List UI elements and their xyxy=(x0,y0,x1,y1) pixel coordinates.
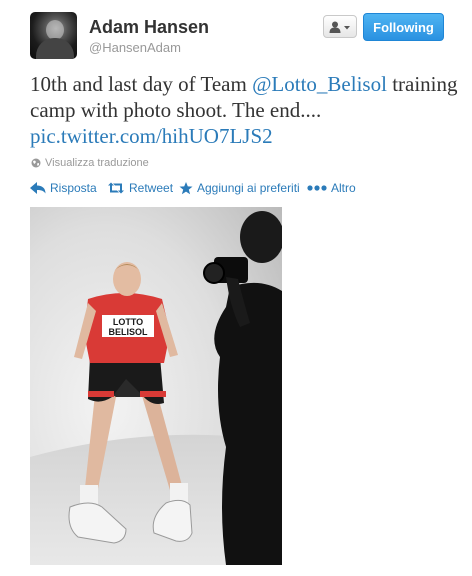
user-handle[interactable]: @HansenAdam xyxy=(89,40,181,55)
photographer-head xyxy=(240,211,282,263)
tweet-photo[interactable]: LOTTO BELISOL xyxy=(30,207,282,565)
cyclist-head xyxy=(113,262,141,296)
more-label: Altro xyxy=(331,181,356,195)
reply-action[interactable]: Risposta xyxy=(30,181,97,195)
jersey-text: LOTTO xyxy=(113,317,143,327)
translate-link[interactable]: Visualizza traduzione xyxy=(31,157,149,169)
shorts-band-right xyxy=(140,391,166,397)
avatar-body xyxy=(36,38,74,59)
dots-icon xyxy=(307,185,327,191)
person-icon xyxy=(329,21,350,33)
avatar-face xyxy=(46,20,64,40)
retweet-action[interactable]: Retweet xyxy=(107,181,173,195)
more-action[interactable]: Altro xyxy=(307,181,356,195)
tweet-text: 10th and last day of Team @Lotto_Belisol… xyxy=(30,71,460,149)
avatar[interactable] xyxy=(30,12,77,59)
tweet-text-part: 10th and last day of Team xyxy=(30,72,253,96)
globe-icon xyxy=(31,158,41,168)
display-name[interactable]: Adam Hansen xyxy=(89,17,209,38)
caret-down-icon xyxy=(344,25,350,29)
mention-link[interactable]: @Lotto_Belisol xyxy=(252,72,387,96)
retweet-label: Retweet xyxy=(129,181,174,195)
photographer-body xyxy=(214,282,282,565)
reply-arrow-icon xyxy=(30,182,46,194)
favorite-action[interactable]: Aggiungi ai preferiti xyxy=(179,181,300,195)
shorts-band-left xyxy=(88,391,114,397)
photo-link[interactable]: pic.twitter.com/hihUO7LJS2 xyxy=(30,124,273,148)
user-actions-dropdown[interactable] xyxy=(323,15,357,38)
photo-illustration: LOTTO BELISOL xyxy=(30,207,282,565)
star-icon xyxy=(179,181,193,194)
favorite-label: Aggiungi ai preferiti xyxy=(197,181,300,195)
translate-label: Visualizza traduzione xyxy=(45,157,149,169)
camera-lens xyxy=(203,262,225,284)
jersey-text: BELISOL xyxy=(108,327,148,337)
following-button[interactable]: Following xyxy=(363,13,444,41)
reply-label: Risposta xyxy=(50,181,97,195)
retweet-icon xyxy=(108,182,124,194)
